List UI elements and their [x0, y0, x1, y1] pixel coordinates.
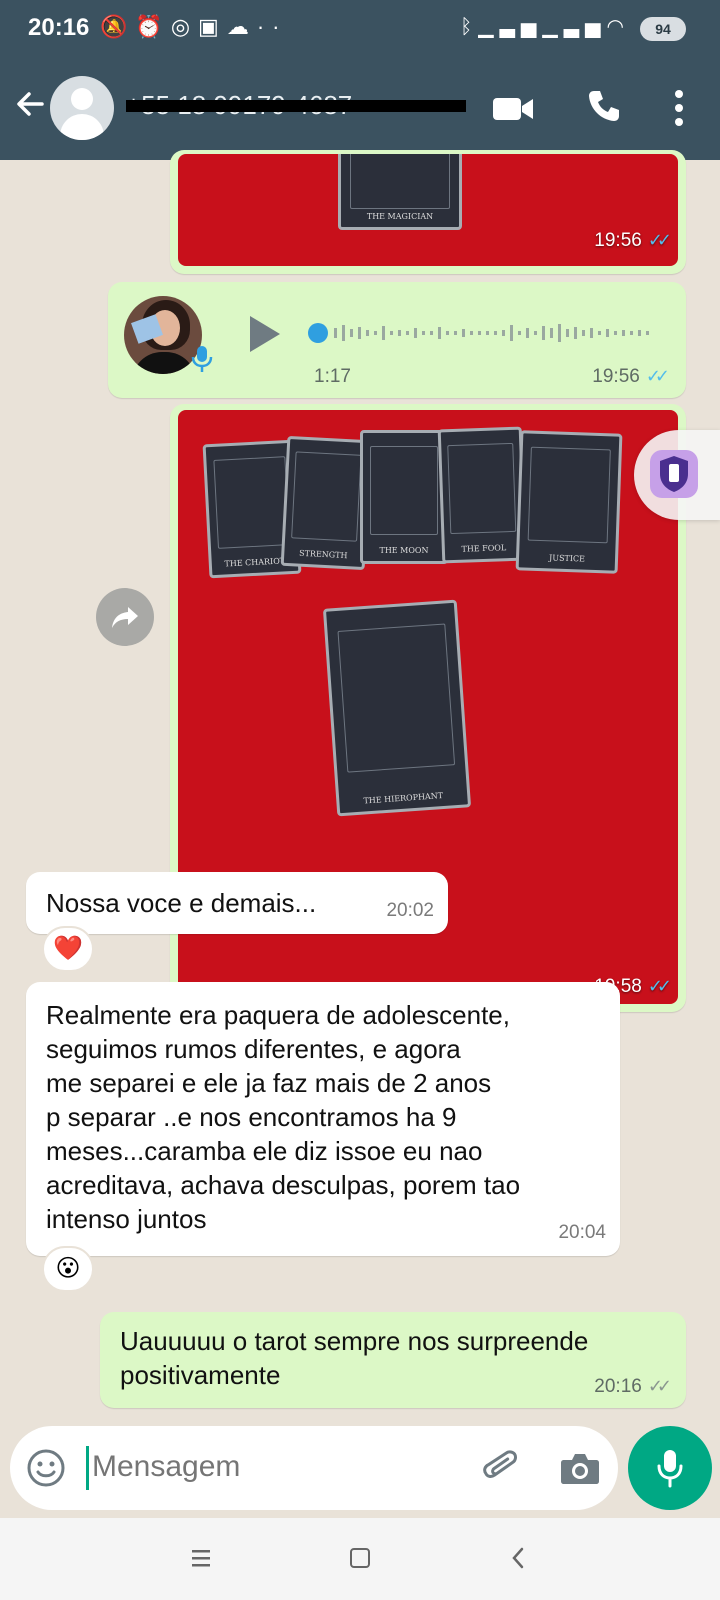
- card-label: THE HIEROPHANT: [363, 791, 444, 806]
- card-label: THE FOOL: [461, 543, 507, 554]
- message-text: Realmente era paquera de adolescente, se…: [46, 998, 606, 1236]
- more-vertical-icon[interactable]: [672, 88, 686, 128]
- tarot-card: STRENGTH: [280, 435, 372, 571]
- card-label: STRENGTH: [298, 548, 348, 561]
- notification-icons: 🔕⏰◎▣☁··: [100, 14, 287, 40]
- emoji-icon[interactable]: [26, 1448, 66, 1488]
- message-line: intenso juntos: [46, 1204, 207, 1234]
- audio-message[interactable]: 1:17 19:56 ✓✓: [108, 282, 686, 398]
- message-input[interactable]: [92, 1450, 452, 1484]
- chat-header: +55 18 99179-4687: [0, 58, 720, 160]
- message-text: Nossa voce e demais...: [46, 888, 317, 918]
- message-line: me separei e ele ja faz mais de 2 anos: [46, 1068, 492, 1098]
- incoming-message[interactable]: Realmente era paquera de adolescente, se…: [26, 982, 620, 1256]
- outgoing-message[interactable]: Uauuuuu o tarot sempre nos surpreende po…: [100, 1312, 686, 1408]
- bell-off-icon: 🔕: [100, 14, 136, 39]
- system-icons: ᛒ▁▃▅▁▃▅◠: [460, 14, 630, 39]
- card-label: JUSTICE: [548, 553, 586, 564]
- card-label: THE MOON: [379, 546, 429, 555]
- card-label: THE MAGICIAN: [366, 212, 434, 221]
- camera-icon[interactable]: [560, 1450, 600, 1486]
- shield-icon: [650, 450, 698, 498]
- time-text: 20:16: [594, 1376, 642, 1397]
- reaction-badge[interactable]: ❤️: [42, 926, 94, 972]
- message-time: 19:56 ✓✓: [592, 366, 670, 388]
- status-time: 20:16: [28, 14, 90, 41]
- message-time: 20:02: [386, 900, 434, 921]
- read-ticks-icon: ✓✓: [647, 230, 672, 250]
- read-ticks-icon: ✓✓: [645, 366, 670, 386]
- tarot-card: THE MAGICIAN: [338, 154, 462, 230]
- alarm-icon: ⏰: [135, 14, 171, 39]
- mic-icon: [657, 1450, 683, 1488]
- signal-icon: ▁▃▅: [478, 16, 543, 38]
- recent-apps-icon[interactable]: [190, 1548, 212, 1568]
- message-line: meses...caramba ele diz issoe eu nao: [46, 1136, 483, 1166]
- incoming-message[interactable]: Nossa voce e demais... 20:02: [26, 872, 448, 934]
- audio-waveform[interactable]: [308, 318, 658, 348]
- contact-avatar[interactable]: [50, 76, 114, 140]
- message-time: 19:56 ✓✓: [594, 230, 672, 252]
- forward-icon: [112, 607, 138, 628]
- mic-button[interactable]: [628, 1426, 712, 1510]
- message-line: seguimos rumos diferentes, e agora: [46, 1034, 461, 1064]
- time-text: 19:56: [592, 366, 640, 387]
- video-call-icon[interactable]: [492, 94, 534, 124]
- text-caret: [86, 1446, 89, 1490]
- forward-button[interactable]: [96, 588, 154, 646]
- top-bar: 20:16 🔕⏰◎▣☁·· ᛒ▁▃▅▁▃▅◠ 94 +55 18 99179-4…: [0, 0, 720, 160]
- bluetooth-icon: ᛒ: [460, 16, 479, 38]
- play-icon[interactable]: [246, 314, 282, 354]
- instagram-icon: ▣: [198, 14, 227, 39]
- chat-area[interactable]: THE MAGICIAN 19:56 ✓✓ 1:17 19:56 ✓✓ THE …: [0, 150, 720, 1420]
- battery-indicator: 94: [640, 17, 686, 41]
- tarot-card: JUSTICE: [515, 430, 623, 574]
- signal-icon: ▁▃▅: [542, 16, 607, 38]
- message-line: p separar ..e nos encontramos ha 9: [46, 1102, 457, 1132]
- home-icon[interactable]: [350, 1548, 370, 1568]
- message-line: acreditava, achava desculpas, porem tao: [46, 1170, 521, 1200]
- mic-badge-icon: [191, 346, 213, 372]
- message-composer: [10, 1426, 618, 1510]
- delivered-ticks-icon: ✓✓: [647, 1376, 672, 1396]
- back-arrow-icon[interactable]: [12, 86, 48, 122]
- message-line: Realmente era paquera de adolescente,: [46, 1000, 510, 1030]
- whatsapp-icon: ◎: [170, 14, 199, 39]
- time-text: 19:56: [594, 230, 642, 251]
- tarot-card: THE HIEROPHANT: [322, 599, 472, 817]
- status-bar: 20:16 🔕⏰◎▣☁·· ᛒ▁▃▅▁▃▅◠ 94: [0, 0, 720, 58]
- audio-duration: 1:17: [314, 366, 351, 387]
- reaction-badge[interactable]: 😮: [42, 1246, 94, 1292]
- redaction-bar: [126, 100, 466, 112]
- image-message[interactable]: THE MAGICIAN 19:56 ✓✓: [170, 150, 686, 274]
- tarot-card: THE FOOL: [437, 426, 527, 564]
- message-line: Uauuuuu o tarot sempre nos surpreende: [120, 1326, 589, 1356]
- back-icon[interactable]: [510, 1546, 526, 1570]
- read-ticks-icon: ✓✓: [647, 976, 672, 996]
- message-time: 20:04: [558, 1222, 606, 1243]
- phone-call-icon[interactable]: [586, 88, 622, 124]
- tarot-card: THE MOON: [360, 430, 448, 564]
- cloud-icon: ☁: [226, 14, 257, 39]
- attach-icon[interactable]: [480, 1446, 522, 1490]
- floating-bubble[interactable]: [634, 430, 720, 520]
- message-time: 20:16 ✓✓: [594, 1376, 672, 1398]
- system-nav-bar: [0, 1518, 720, 1600]
- wifi-icon: ◠: [606, 16, 630, 38]
- more-dots-icon: ··: [256, 14, 288, 39]
